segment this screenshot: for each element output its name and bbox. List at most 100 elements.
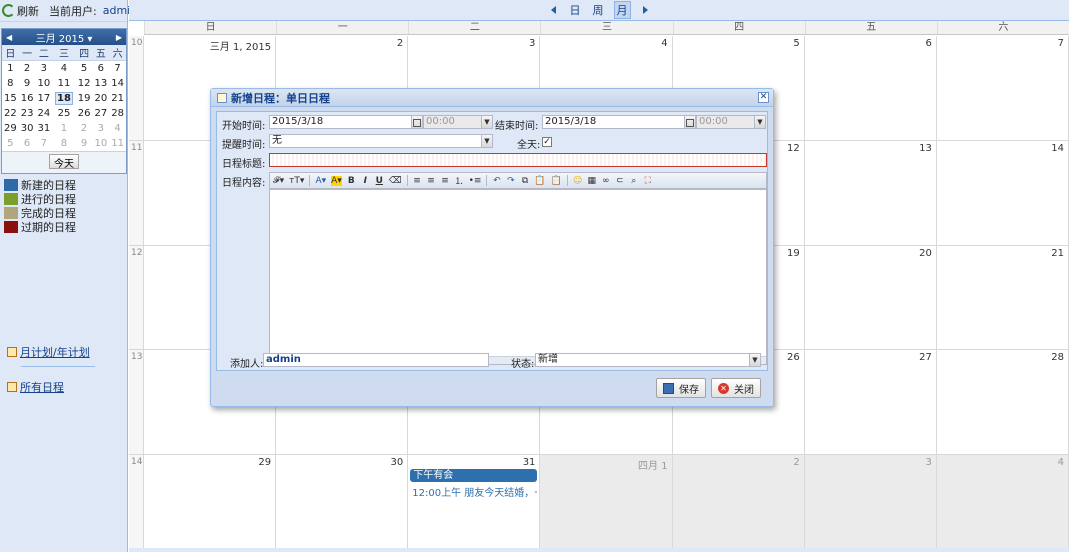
start-date-field[interactable]: 2015/3/18 bbox=[269, 115, 423, 129]
day-cell[interactable]: 28 bbox=[937, 350, 1069, 455]
paste-icon[interactable]: 📋 bbox=[534, 176, 545, 186]
mini-day-today[interactable]: 18 bbox=[52, 91, 76, 106]
day-cell[interactable]: 6 bbox=[805, 36, 937, 140]
dialog-title-bar[interactable]: 新增日程：单日日程 bbox=[211, 89, 773, 107]
mini-day[interactable]: 19 bbox=[76, 91, 93, 106]
link-icon[interactable]: ∞ bbox=[601, 176, 610, 186]
day-view-button[interactable]: 日 bbox=[568, 2, 583, 18]
event-wedding[interactable]: 12:00上午 朋友今天结婚，一... bbox=[412, 484, 537, 499]
content-editor-area[interactable] bbox=[270, 190, 766, 356]
day-cell[interactable]: 14 bbox=[937, 140, 1069, 245]
mini-day-other-month[interactable]: 6 bbox=[19, 136, 36, 151]
align-center-icon[interactable]: ≡ bbox=[427, 176, 436, 186]
mini-day[interactable]: 26 bbox=[76, 106, 93, 121]
mini-day[interactable]: 31 bbox=[35, 121, 52, 136]
mini-day-other-month[interactable]: 9 bbox=[76, 136, 93, 151]
ordered-list-icon[interactable]: ⒈ bbox=[455, 174, 464, 187]
highlight-color-icon[interactable]: A▾ bbox=[331, 175, 342, 186]
mini-day[interactable]: 8 bbox=[2, 76, 19, 91]
mini-day[interactable]: 2 bbox=[19, 61, 36, 76]
mini-day[interactable]: 15 bbox=[2, 91, 19, 106]
mini-day[interactable]: 5 bbox=[76, 61, 93, 76]
next-period-arrow-icon[interactable] bbox=[642, 6, 648, 14]
preview-icon[interactable]: ⌕ bbox=[629, 176, 638, 186]
mini-day-other-month[interactable]: 10 bbox=[92, 136, 109, 151]
today-button[interactable]: 今天 bbox=[49, 153, 79, 170]
mini-day[interactable]: 4 bbox=[52, 61, 76, 76]
refresh-button[interactable]: 刷新 bbox=[2, 3, 39, 19]
mini-day[interactable]: 24 bbox=[35, 106, 52, 121]
status-select[interactable]: 新增 ▼ bbox=[535, 353, 761, 367]
mini-day-other-month[interactable]: 3 bbox=[92, 121, 109, 136]
monthly-yearly-plan-link[interactable]: 月计划/年计划 bbox=[7, 344, 95, 360]
day-cell-other-month[interactable]: 4 bbox=[936, 455, 1069, 552]
close-button[interactable]: ✕ 关闭 bbox=[711, 378, 761, 398]
chevron-down-icon[interactable]: ▼ bbox=[749, 353, 761, 367]
prev-period-arrow-icon[interactable] bbox=[550, 6, 556, 14]
save-button[interactable]: 保存 bbox=[656, 378, 706, 398]
day-cell[interactable]: 29 bbox=[144, 455, 277, 552]
day-cell-other-month[interactable]: 2 bbox=[672, 455, 805, 552]
all-schedules-link[interactable]: 所有日程 bbox=[7, 379, 95, 395]
font-family-icon[interactable]: 𝓕▾ bbox=[273, 176, 284, 186]
mini-day[interactable]: 30 bbox=[19, 121, 36, 136]
mini-day[interactable]: 12 bbox=[76, 76, 93, 91]
mini-day[interactable]: 16 bbox=[19, 91, 36, 106]
start-date-calendar-icon[interactable] bbox=[411, 115, 423, 129]
copy-icon[interactable]: ⧉ bbox=[520, 176, 529, 186]
end-date-calendar-icon[interactable] bbox=[684, 115, 696, 129]
day-cell[interactable]: 21 bbox=[937, 245, 1069, 350]
font-color-icon[interactable]: A▾ bbox=[315, 176, 326, 186]
attachment-icon[interactable]: ⊂ bbox=[615, 176, 624, 186]
end-date-field[interactable]: 2015/3/18 bbox=[542, 115, 696, 129]
mini-day[interactable]: 11 bbox=[52, 76, 76, 91]
mini-day[interactable]: 7 bbox=[109, 61, 126, 76]
mini-calendar-month-picker[interactable]: 三月 2015 ▾ bbox=[36, 30, 93, 45]
week-view-button[interactable]: 周 bbox=[591, 2, 606, 18]
eraser-icon[interactable]: ⌫ bbox=[389, 176, 402, 186]
mini-day[interactable]: 22 bbox=[2, 106, 19, 121]
mini-day[interactable]: 6 bbox=[92, 61, 109, 76]
event-meeting[interactable]: 下午有会 bbox=[410, 469, 538, 483]
day-cell[interactable]: 13 bbox=[805, 140, 937, 245]
dialog-close-icon[interactable]: ✕ bbox=[758, 92, 769, 103]
day-cell[interactable]: 7 bbox=[937, 36, 1069, 140]
align-right-icon[interactable]: ≡ bbox=[441, 176, 450, 186]
mini-day[interactable]: 25 bbox=[52, 106, 76, 121]
mini-day-other-month[interactable]: 4 bbox=[109, 121, 126, 136]
mini-day[interactable]: 14 bbox=[109, 76, 126, 91]
italic-icon[interactable]: I bbox=[361, 176, 370, 186]
mini-day[interactable]: 3 bbox=[35, 61, 52, 76]
adder-field[interactable]: admin bbox=[263, 353, 489, 367]
mini-day[interactable]: 9 bbox=[19, 76, 36, 91]
chevron-down-icon[interactable]: ▼ bbox=[754, 115, 766, 129]
mini-day[interactable]: 28 bbox=[109, 106, 126, 121]
mini-day[interactable]: 23 bbox=[19, 106, 36, 121]
day-cell-other-month[interactable]: 四月 1 bbox=[540, 455, 673, 552]
emoticon-icon[interactable]: ☺ bbox=[573, 176, 582, 186]
day-cell-other-month[interactable]: 3 bbox=[804, 455, 937, 552]
start-time-select[interactable]: 00:00 ▼ bbox=[423, 115, 493, 129]
align-left-icon[interactable]: ≡ bbox=[413, 176, 422, 186]
day-cell[interactable]: 31 下午有会 12:00上午 朋友今天结婚，一... bbox=[408, 455, 541, 552]
prev-month-arrow-icon[interactable]: ◀ bbox=[6, 33, 12, 42]
end-time-select[interactable]: 00:00 ▼ bbox=[696, 115, 766, 129]
content-editor[interactable] bbox=[269, 189, 767, 365]
mini-day[interactable]: 29 bbox=[2, 121, 19, 136]
remind-time-select[interactable]: 无 ▼ bbox=[269, 134, 493, 148]
next-month-arrow-icon[interactable]: ▶ bbox=[116, 33, 122, 42]
mini-day-other-month[interactable]: 5 bbox=[2, 136, 19, 151]
mini-day-other-month[interactable]: 8 bbox=[52, 136, 76, 151]
mini-day[interactable]: 10 bbox=[35, 76, 52, 91]
table-icon[interactable]: ▦ bbox=[587, 176, 596, 186]
all-day-checkbox[interactable]: ✓ bbox=[542, 137, 552, 147]
mini-day[interactable]: 21 bbox=[109, 91, 126, 106]
unordered-list-icon[interactable]: •≡ bbox=[469, 176, 482, 186]
day-cell[interactable]: 30 bbox=[276, 455, 409, 552]
day-cell[interactable]: 27 bbox=[805, 350, 937, 455]
chevron-down-icon[interactable]: ▼ bbox=[481, 134, 493, 148]
chevron-down-icon[interactable]: ▼ bbox=[481, 115, 493, 129]
mini-day[interactable]: 13 bbox=[92, 76, 109, 91]
font-size-icon[interactable]: тT▾ bbox=[289, 176, 304, 186]
bold-icon[interactable]: B bbox=[347, 176, 356, 186]
